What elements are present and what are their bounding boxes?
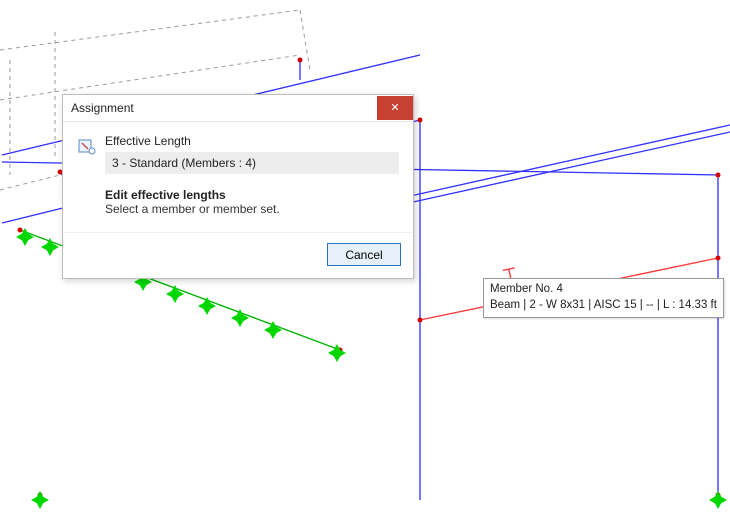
tooltip-member-details: Beam | 2 - W 8x31 | AISC 15 | -- | L : 1…	[490, 298, 717, 314]
close-button[interactable]: ✕	[377, 96, 413, 120]
effective-length-list-item[interactable]: 3 - Standard (Members : 4)	[105, 152, 399, 174]
close-icon: ✕	[390, 103, 399, 114]
cancel-button[interactable]: Cancel	[327, 243, 401, 266]
dialog-title: Assignment	[71, 101, 134, 115]
instruction-subtext: Select a member or member set.	[105, 202, 399, 216]
instruction-heading: Edit effective lengths	[105, 188, 399, 202]
effective-length-icon	[77, 136, 97, 156]
dialog-titlebar[interactable]: Assignment ✕	[63, 95, 413, 122]
tooltip-member-number: Member No. 4	[490, 282, 717, 298]
member-tooltip: Member No. 4 Beam | 2 - W 8x31 | AISC 15…	[483, 278, 724, 318]
section-title: Effective Length	[105, 134, 399, 148]
assignment-dialog: Assignment ✕ Effective Length 3 - Standa…	[62, 94, 414, 279]
